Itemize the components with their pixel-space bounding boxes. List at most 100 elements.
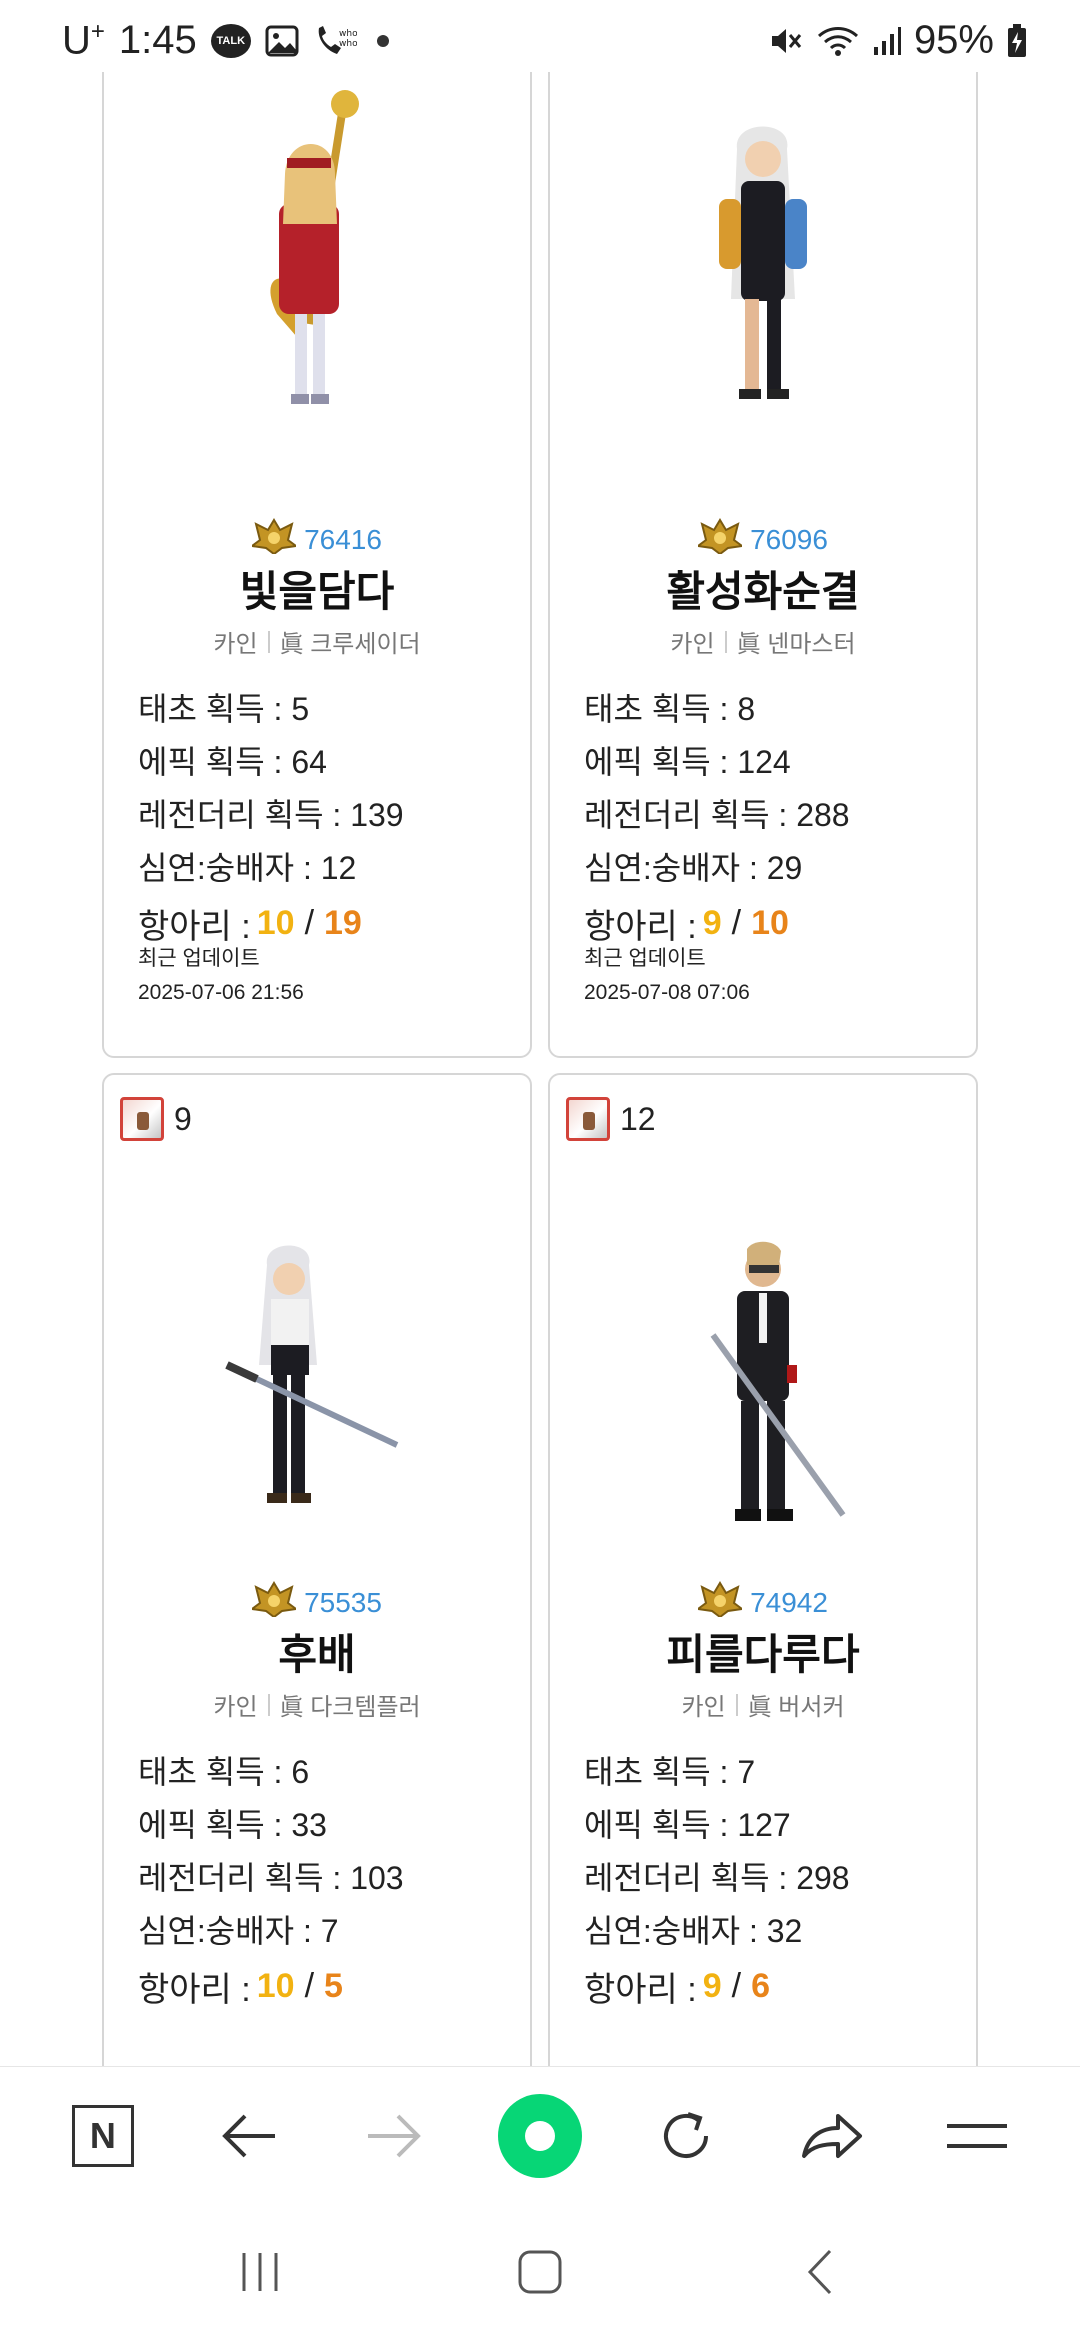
recent-apps-button[interactable] [215,2227,305,2317]
green-dot-icon [497,2093,582,2178]
favorite-character-icon [566,1097,610,1141]
svg-text:who: who [339,39,357,49]
forward-arrow-icon [368,2114,422,2157]
fame-row: 75535 [104,1581,530,1624]
fame-badge-icon [695,518,745,561]
update-info: 최근 업데이트 2025-07-06 21:56 [138,942,304,1010]
fame-badge-icon [249,1581,299,1624]
jar-value-b: 6 [751,1966,771,2005]
character-subtitle: 카인 眞 크루세이더 [104,624,530,659]
character-name[interactable]: 후배 [104,1621,530,1682]
favorite-row[interactable]: 9 [120,1097,192,1141]
svg-text:who: who [339,29,357,39]
character-image [550,1225,976,1545]
stat-primeval: 태초 획득 : 6 [138,1753,310,1790]
carrier-label: U+ [62,18,105,63]
recent-apps-icon [242,2253,278,2291]
jar-slash: / [304,1966,315,2005]
notification-dot-icon [376,34,389,47]
separator [267,1693,270,1716]
character-name[interactable]: 피를다루다 [550,1621,976,1682]
character-subtitle: 카인 眞 넨마스터 [550,624,976,659]
jar-label: 항아리 : [138,1970,251,2009]
stat-primeval: 태초 획득 : 5 [138,690,310,727]
server-name: 카인 [670,631,715,658]
jar-label: 항아리 : [584,907,697,946]
stat-primeval: 태초 획득 : 7 [584,1753,756,1790]
job-name: 眞 버서커 [747,1694,845,1721]
menu-button[interactable] [932,2091,1022,2181]
jar-value-b: 10 [751,903,789,942]
update-time: 2025-07-08 07:06 [584,981,750,1004]
character-image [104,1225,530,1545]
kakaotalk-icon: TALK [210,23,251,58]
green-dot-button[interactable] [495,2091,585,2181]
stats-list: 태초 획득 : 5 에픽 획득 : 64 레전더리 획득 : 139 심연:숭배… [138,680,404,954]
jar-stat: 항아리 : 10 / 5 [138,1955,404,2017]
system-back-button[interactable] [775,2227,865,2317]
jar-value-b: 19 [324,903,362,942]
battery-percent: 95% [913,18,994,62]
naver-home-button[interactable]: N [58,2091,148,2181]
naver-home-icon: N [71,2104,134,2167]
character-name[interactable]: 빛을담다 [104,558,530,619]
refresh-icon [663,2111,708,2158]
share-icon [802,2113,863,2158]
gallery-icon [265,25,299,57]
favorite-count: 9 [174,1100,192,1137]
separator [735,1693,738,1716]
stat-legendary: 레전더리 획득 : 288 [584,796,850,833]
back-arrow-icon [221,2114,275,2157]
home-icon [518,2250,562,2294]
status-right: 95% [768,18,1028,63]
server-name: 카인 [213,1694,258,1721]
call-app-icon: who who [313,24,357,58]
update-label: 최근 업데이트 [584,947,706,970]
refresh-button[interactable] [641,2091,731,2181]
separator [267,630,270,653]
character-subtitle: 카인 眞 버서커 [550,1687,976,1722]
jar-value-a: 9 [702,1966,722,2005]
forward-button[interactable] [349,2091,439,2181]
character-card[interactable]: 9 75535 후배 카인 眞 다크템플러 태초 획득: 6 에픽 획득: … [102,1073,532,2066]
jar-label: 항아리 : [584,1970,697,2009]
jar-slash: / [304,903,315,942]
character-card[interactable]: 76096 활성화순결 카인 眞 넨마스터 태초 획득 : 8 에픽 획득 : … [548,72,978,1058]
mute-icon [768,24,804,58]
browser-toolbar: N [0,2066,1080,2204]
jar-value-a: 10 [256,903,295,942]
status-left: U+ 1:45 TALK who who [62,18,389,63]
fame-value: 76416 [304,523,382,555]
character-card[interactable]: 12 74942 피를다루다 카인 眞 버서커 태초 획득: 7 에픽 획득 … [548,1073,978,2066]
favorite-row[interactable]: 12 [566,1097,656,1141]
stats-list: 태초 획득 : 6 에픽 획득 : 33 레전더리 획득 : 103 심연:숭배… [138,1743,404,2017]
server-name: 카인 [213,631,258,658]
character-card[interactable]: 76416 빛을담다 카인 眞 크루세이더 태초 획득 : 5 에픽 획득 : … [102,72,532,1058]
menu-icon [947,2123,1008,2148]
jar-slash: / [731,903,742,942]
fame-value: 75535 [304,1586,382,1618]
stat-abyss: 심연:숭배자 : 29 [584,849,803,886]
jar-slash: / [731,1966,742,2005]
update-info: 최근 업데이트 2025-07-08 07:06 [584,942,750,1010]
share-button[interactable] [786,2091,876,2181]
separator [724,630,727,653]
jar-value-b: 5 [324,1966,343,2005]
job-name: 眞 넨마스터 [736,631,856,658]
character-name[interactable]: 활성화순결 [550,558,976,619]
fame-value: 76096 [750,523,828,555]
stat-primeval: 태초 획득 : 8 [584,690,756,727]
home-button[interactable] [495,2227,585,2317]
favorite-count: 12 [620,1100,656,1137]
battery-charging-icon [1006,23,1028,59]
job-name: 眞 크루세이더 [279,631,421,658]
stat-epic: 에픽 획득 : 124 [584,743,791,780]
character-list[interactable]: 76416 빛을담다 카인 眞 크루세이더 태초 획득 : 5 에픽 획득 : … [0,72,1080,2066]
favorite-character-icon [120,1097,164,1141]
stat-abyss: 심연:숭배자 : 32 [584,1912,803,1949]
jar-value-a: 9 [702,903,722,942]
stat-epic: 에픽 획득 : 127 [584,1806,791,1843]
system-back-icon [807,2249,832,2295]
stat-abyss: 심연:숭배자 : 7 [138,1912,339,1949]
back-button[interactable] [204,2091,294,2181]
